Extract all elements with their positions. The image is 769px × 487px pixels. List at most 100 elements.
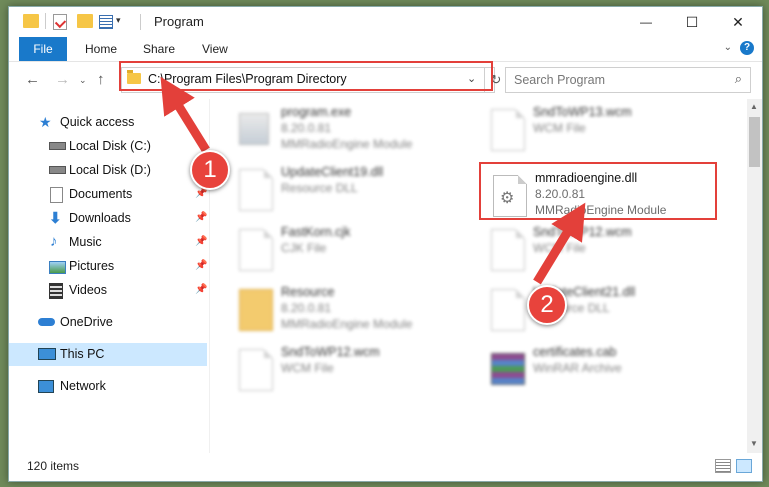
address-bar-highlight — [119, 61, 493, 91]
back-arrow-icon[interactable]: ← — [25, 71, 40, 88]
file-version: 8.20.0.81 — [281, 301, 332, 315]
expand-ribbon-icon[interactable]: ⌄ — [724, 42, 732, 53]
view-options-icon[interactable] — [99, 15, 113, 29]
videos-icon — [49, 283, 63, 299]
pictures-icon — [49, 261, 66, 274]
sidebar-item-label: Pictures — [69, 259, 115, 273]
pin-icon[interactable]: 📌 — [195, 284, 207, 295]
tab-view[interactable]: View — [202, 37, 228, 61]
new-folder-icon[interactable] — [77, 14, 93, 28]
status-bar: 120 items — [9, 453, 762, 481]
tab-home[interactable]: Home — [85, 37, 117, 61]
file-name: UpdateClient19.dll — [281, 165, 384, 179]
file-name: FastKorn.cjk — [281, 225, 351, 239]
star-icon: ★ — [39, 114, 52, 130]
file-item[interactable]: Resource 8.20.0.81 MMRadioEngine Module — [235, 283, 475, 339]
file-name: SndToWP12.wcm — [533, 225, 632, 239]
sidebar-item-label: Network — [60, 379, 106, 393]
sidebar-item-label: Downloads — [69, 211, 131, 225]
minimize-button[interactable]: — — [623, 7, 669, 37]
search-icon: ⌕ — [734, 71, 742, 86]
ribbon: File Home Share View ⌄ ? — [9, 37, 762, 62]
qat-dropdown-icon[interactable]: ▾ — [116, 15, 121, 26]
large-icons-view-icon[interactable] — [736, 459, 752, 473]
file-description: MMRadioEngine Module — [281, 317, 413, 331]
up-arrow-icon[interactable]: ↑ — [97, 71, 105, 88]
sidebar-item-this-pc[interactable]: This PC — [9, 343, 207, 366]
close-button[interactable]: ✕ — [715, 7, 761, 37]
file-item[interactable]: program.exe 8.20.0.81 MMRadioEngine Modu… — [235, 103, 475, 159]
sidebar-item-label: Documents — [69, 187, 133, 201]
sidebar-item-videos[interactable]: Videos 📌 — [9, 279, 207, 302]
sidebar-item-pictures[interactable]: Pictures 📌 — [9, 255, 207, 278]
sidebar-item-local-disk-c[interactable]: Local Disk (C:) — [9, 135, 207, 158]
file-item[interactable]: certificates.cab WinRAR Archive — [487, 343, 727, 399]
file-item[interactable]: SndToWP12.wcm WCM File — [235, 343, 475, 399]
file-name: program.exe — [281, 105, 352, 119]
step-1-badge: 1 — [190, 150, 230, 190]
tab-share[interactable]: Share — [143, 37, 175, 61]
file-type: WCM File — [533, 241, 586, 255]
title-bar: ▾ Program — ☐ ✕ — [9, 7, 762, 37]
file-type: WinRAR Archive — [533, 361, 622, 375]
network-icon — [38, 380, 54, 393]
sidebar-item-music[interactable]: ♪ Music 📌 — [9, 231, 207, 254]
computer-icon — [38, 348, 56, 360]
search-input[interactable]: Search Program ⌕ — [505, 67, 751, 93]
file-item[interactable]: SndToWP13.wcm WCM File — [487, 103, 727, 159]
file-item[interactable]: FastKorn.cjk CJK File — [235, 223, 475, 279]
qat-separator — [45, 13, 46, 29]
file-type: CJK File — [281, 241, 327, 255]
generic-file-icon — [239, 229, 273, 271]
file-name: SndToWP13.wcm — [533, 105, 632, 119]
file-item[interactable]: UpdateClient21.dll Resource DLL — [487, 283, 727, 339]
sidebar-item-label: Local Disk (C:) — [69, 139, 151, 153]
file-list: program.exe 8.20.0.81 MMRadioEngine Modu… — [213, 99, 743, 453]
music-icon: ♪ — [50, 233, 58, 250]
title-separator — [140, 14, 141, 30]
pin-icon[interactable]: 📌 — [195, 260, 207, 271]
file-name: SndToWP12.wcm — [281, 345, 380, 359]
step-2-badge: 2 — [527, 285, 567, 325]
sidebar-item-local-disk-d[interactable]: Local Disk (D:) — [9, 159, 207, 182]
recent-locations-icon[interactable]: ⌄ — [79, 75, 87, 86]
window-title: Program — [154, 14, 204, 29]
scroll-up-icon[interactable]: ▲ — [750, 102, 758, 111]
file-description: MMRadioEngine Module — [281, 137, 413, 151]
properties-icon[interactable] — [53, 14, 67, 30]
file-name: certificates.cab — [533, 345, 617, 359]
file-item[interactable]: UpdateClient19.dll Resource DLL — [235, 163, 475, 219]
generic-file-icon — [491, 109, 525, 151]
vertical-scrollbar[interactable]: ▲ ▼ — [747, 99, 762, 453]
pin-icon[interactable]: 📌 — [195, 212, 207, 223]
maximize-button[interactable]: ☐ — [669, 7, 715, 37]
drive-icon — [49, 166, 66, 174]
file-item[interactable]: SndToWP12.wcm WCM File — [487, 223, 727, 279]
scroll-down-icon[interactable]: ▼ — [750, 439, 758, 448]
navigation-pane: ★ Quick access Local Disk (C:) Local Dis… — [9, 99, 209, 453]
sidebar-item-onedrive[interactable]: OneDrive — [9, 311, 207, 334]
sidebar-item-label: This PC — [60, 347, 105, 361]
tab-file[interactable]: File — [19, 37, 67, 61]
details-view-icon[interactable] — [715, 459, 731, 473]
exe-file-icon — [239, 113, 269, 145]
scroll-thumb[interactable] — [749, 117, 760, 167]
item-count: 120 items — [27, 459, 80, 473]
sidebar-item-quick-access[interactable]: ★ Quick access — [9, 111, 207, 134]
winrar-archive-icon — [491, 353, 525, 385]
file-type: Resource DLL — [281, 181, 358, 195]
drive-icon — [49, 142, 66, 150]
sidebar-item-label: Videos — [69, 283, 107, 297]
search-placeholder: Search Program — [514, 73, 606, 87]
file-type: WCM File — [281, 361, 334, 375]
help-icon[interactable]: ? — [740, 41, 754, 55]
sidebar-item-network[interactable]: Network — [9, 375, 207, 398]
sidebar-item-downloads[interactable]: ⬇ Downloads 📌 — [9, 207, 207, 230]
download-icon: ⬇ — [49, 210, 62, 227]
sidebar-item-label: Quick access — [60, 115, 135, 129]
file-name: Resource — [281, 285, 335, 299]
documents-icon — [50, 187, 63, 203]
forward-arrow-icon[interactable]: → — [55, 71, 70, 88]
pin-icon[interactable]: 📌 — [195, 236, 207, 247]
sidebar-item-documents[interactable]: Documents 📌 — [9, 183, 207, 206]
